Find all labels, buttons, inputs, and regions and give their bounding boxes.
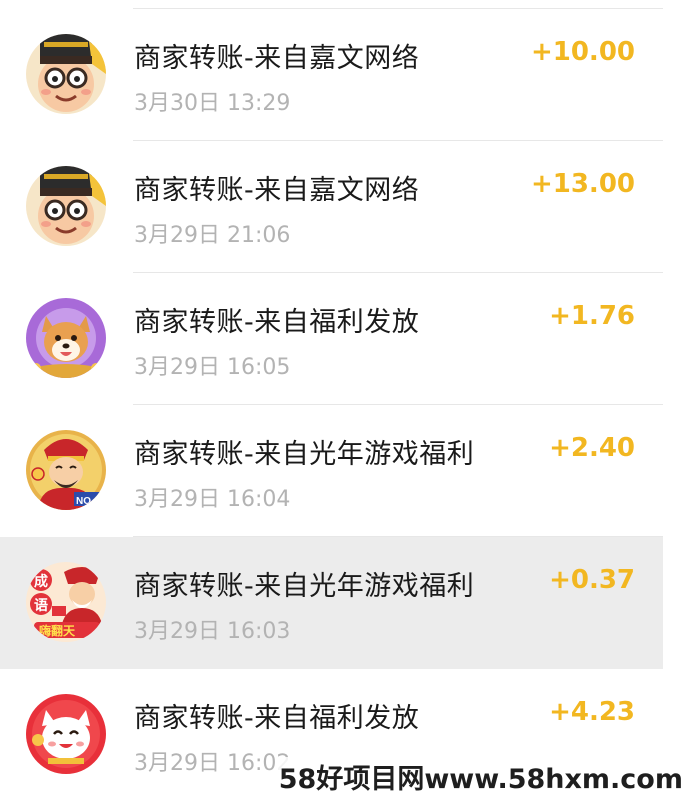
transaction-time: 3月29日 16:02 (134, 751, 291, 776)
emperor-avatar (26, 166, 106, 246)
badge-text: 成 (34, 573, 48, 590)
transaction-title: 商家转账-来自福利发放 (134, 307, 420, 338)
badge-text: 语 (34, 598, 48, 614)
transaction-title: 商家转账-来自光年游戏福利 (134, 571, 475, 602)
transaction-time: 3月29日 16:04 (134, 487, 291, 512)
transaction-amount: +13.00 (530, 169, 635, 199)
transaction-time: 3月29日 21:06 (134, 223, 291, 248)
transaction-amount: +2.40 (549, 433, 635, 463)
badge-text: 嗨翻天 (39, 623, 76, 638)
fortune-god-avatar: NO (26, 430, 106, 510)
transaction-amount: +1.76 (549, 301, 635, 331)
emperor-avatar (26, 34, 106, 114)
transaction-title: 商家转账-来自福利发放 (134, 703, 420, 734)
shiba-dog-avatar (26, 298, 106, 378)
transaction-title: 商家转账-来自嘉文网络 (134, 175, 420, 206)
transaction-item[interactable]: 商家转账-来自福利发放 3月29日 16:05 +1.76 (0, 273, 663, 405)
transaction-title: 商家转账-来自嘉文网络 (134, 43, 420, 74)
transaction-item[interactable]: 商家转账-来自嘉文网络 3月30日 13:29 +10.00 (0, 9, 663, 141)
transaction-time: 3月30日 13:29 (134, 91, 291, 116)
lucky-cat-avatar (26, 694, 106, 774)
badge-text: NO (76, 496, 91, 507)
transaction-item[interactable]: 成 语 嗨翻天 商家转账-来自光年游戏福利 3月29日 16:03 +0.37 (0, 537, 663, 669)
site-watermark: 58好项目网www.58hxm.com (274, 757, 687, 796)
transaction-time: 3月29日 16:05 (134, 355, 291, 380)
transaction-item[interactable]: NO 商家转账-来自光年游戏福利 3月29日 16:04 +2.40 (0, 405, 663, 537)
transaction-title: 商家转账-来自光年游戏福利 (134, 439, 475, 470)
transaction-amount: +10.00 (530, 37, 635, 67)
idiom-game-avatar: 成 语 嗨翻天 (26, 562, 106, 642)
transaction-amount: +4.23 (549, 697, 635, 727)
transaction-item[interactable]: 商家转账-来自嘉文网络 3月29日 21:06 +13.00 (0, 141, 663, 273)
transaction-time: 3月29日 16:03 (134, 619, 291, 644)
transaction-amount: +0.37 (549, 565, 635, 595)
